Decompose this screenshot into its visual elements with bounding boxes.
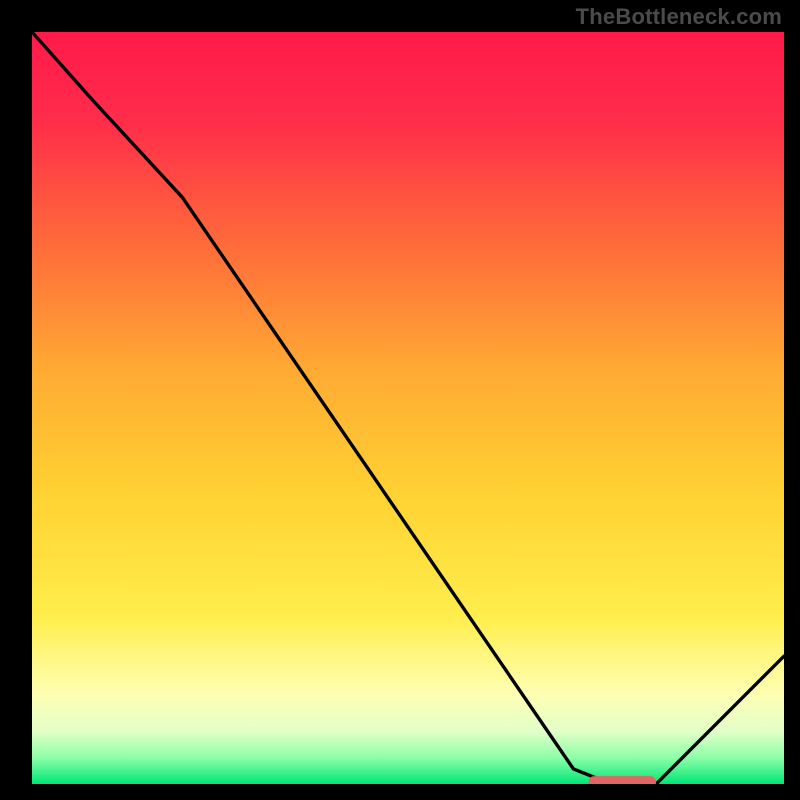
gradient-background	[32, 32, 784, 784]
optimal-marker	[588, 776, 656, 784]
chart-svg	[32, 32, 784, 784]
plot-area	[32, 32, 784, 784]
chart-frame: TheBottleneck.com	[0, 0, 800, 800]
attribution-text: TheBottleneck.com	[576, 4, 782, 30]
